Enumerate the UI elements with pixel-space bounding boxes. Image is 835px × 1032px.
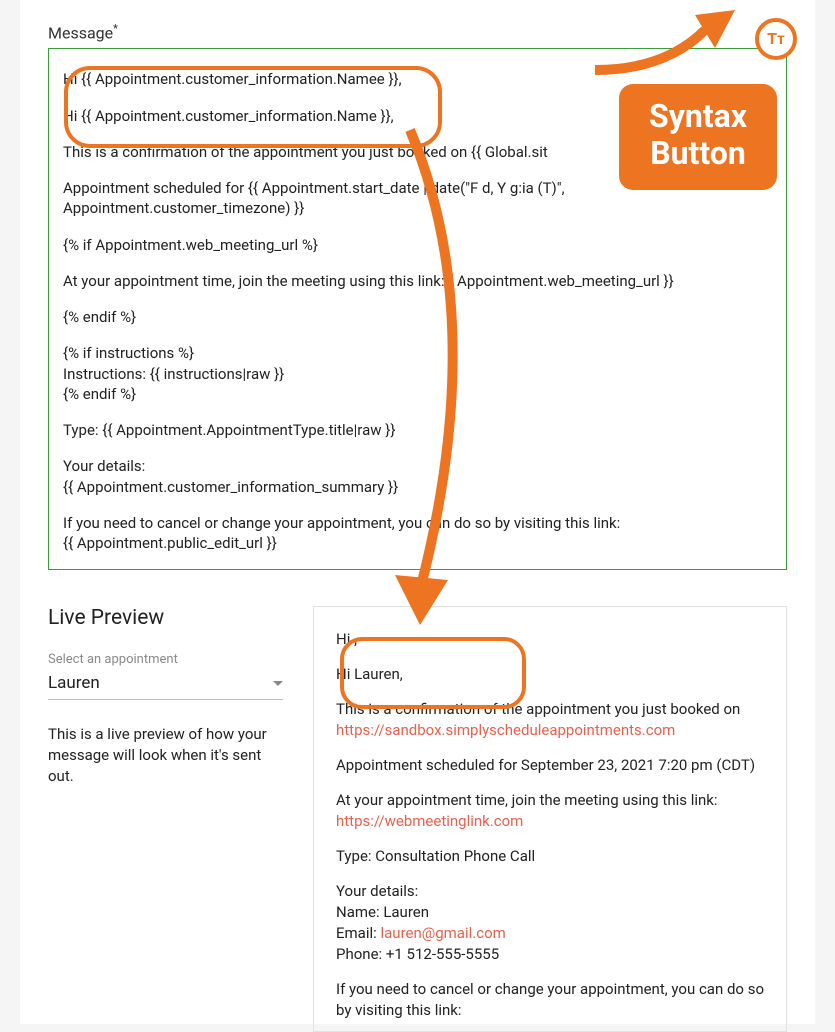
appointment-select[interactable]: Lauren bbox=[48, 669, 283, 700]
msg-line: Your details: bbox=[63, 456, 772, 476]
syntax-button[interactable]: Tᴛ bbox=[755, 18, 797, 60]
required-asterisk: * bbox=[113, 22, 118, 35]
preview-sidebar: Live Preview Select an appointment Laure… bbox=[48, 606, 283, 1032]
preview-line: This is a confirmation of the appointmen… bbox=[336, 699, 764, 741]
msg-line: Hi {{ Appointment.customer_information.N… bbox=[63, 69, 772, 89]
preview-line: Name: Lauren bbox=[336, 902, 764, 923]
msg-line: Type: {{ Appointment.AppointmentType.tit… bbox=[63, 420, 772, 440]
preview-line: Email: lauren@gmail.com bbox=[336, 923, 764, 944]
msg-line: {{ Appointment.public_edit_url }} bbox=[63, 533, 772, 553]
preview-pane: Hi , Hi Lauren, This is a confirmation o… bbox=[313, 606, 787, 1032]
msg-line: Instructions: {{ instructions|raw }} bbox=[63, 364, 772, 384]
appointment-select-value: Lauren bbox=[48, 673, 100, 693]
text-format-icon: Tᴛ bbox=[767, 29, 785, 49]
preview-help-text: This is a live preview of how your messa… bbox=[48, 724, 283, 787]
preview-line: Hi Lauren, bbox=[336, 664, 764, 685]
preview-line: Your details: bbox=[336, 881, 764, 902]
message-label: Message* bbox=[20, 0, 815, 48]
appointment-select-label: Select an appointment bbox=[48, 652, 283, 667]
preview-line: Phone: +1 512-555-5555 bbox=[336, 944, 764, 965]
msg-line: {% if instructions %} bbox=[63, 343, 772, 363]
msg-line: {{ Appointment.customer_information_summ… bbox=[63, 477, 772, 497]
msg-line: This is a confirmation of the appointmen… bbox=[63, 142, 772, 162]
preview-line: Hi , bbox=[336, 629, 764, 650]
sandbox-link[interactable]: https://sandbox.simplyscheduleappointmen… bbox=[336, 721, 675, 739]
preview-line: Appointment scheduled for September 23, … bbox=[336, 755, 764, 776]
msg-line: {% endif %} bbox=[63, 384, 772, 404]
msg-line: {% endif %} bbox=[63, 307, 772, 327]
message-label-text: Message bbox=[48, 23, 113, 42]
msg-line: At your appointment time, join the meeti… bbox=[63, 271, 772, 291]
live-preview-title: Live Preview bbox=[48, 606, 283, 630]
chevron-down-icon bbox=[273, 681, 283, 686]
email-link[interactable]: lauren@gmail.com bbox=[381, 924, 506, 942]
webmeeting-link[interactable]: https://webmeetinglink.com bbox=[336, 812, 523, 830]
msg-line: If you need to cancel or change your app… bbox=[63, 513, 772, 533]
preview-line: Type: Consultation Phone Call bbox=[336, 846, 764, 867]
main-panel: Message* Hi {{ Appointment.customer_info… bbox=[20, 0, 815, 1024]
live-preview-section: Live Preview Select an appointment Laure… bbox=[48, 606, 787, 1032]
msg-line: Appointment scheduled for {{ Appointment… bbox=[63, 178, 772, 219]
message-textarea[interactable]: Hi {{ Appointment.customer_information.N… bbox=[48, 48, 787, 570]
msg-line: {% if Appointment.web_meeting_url %} bbox=[63, 235, 772, 255]
msg-line: Hi {{ Appointment.customer_information.N… bbox=[63, 106, 772, 126]
preview-line: At your appointment time, join the meeti… bbox=[336, 790, 764, 832]
preview-line: If you need to cancel or change your app… bbox=[336, 979, 764, 1021]
